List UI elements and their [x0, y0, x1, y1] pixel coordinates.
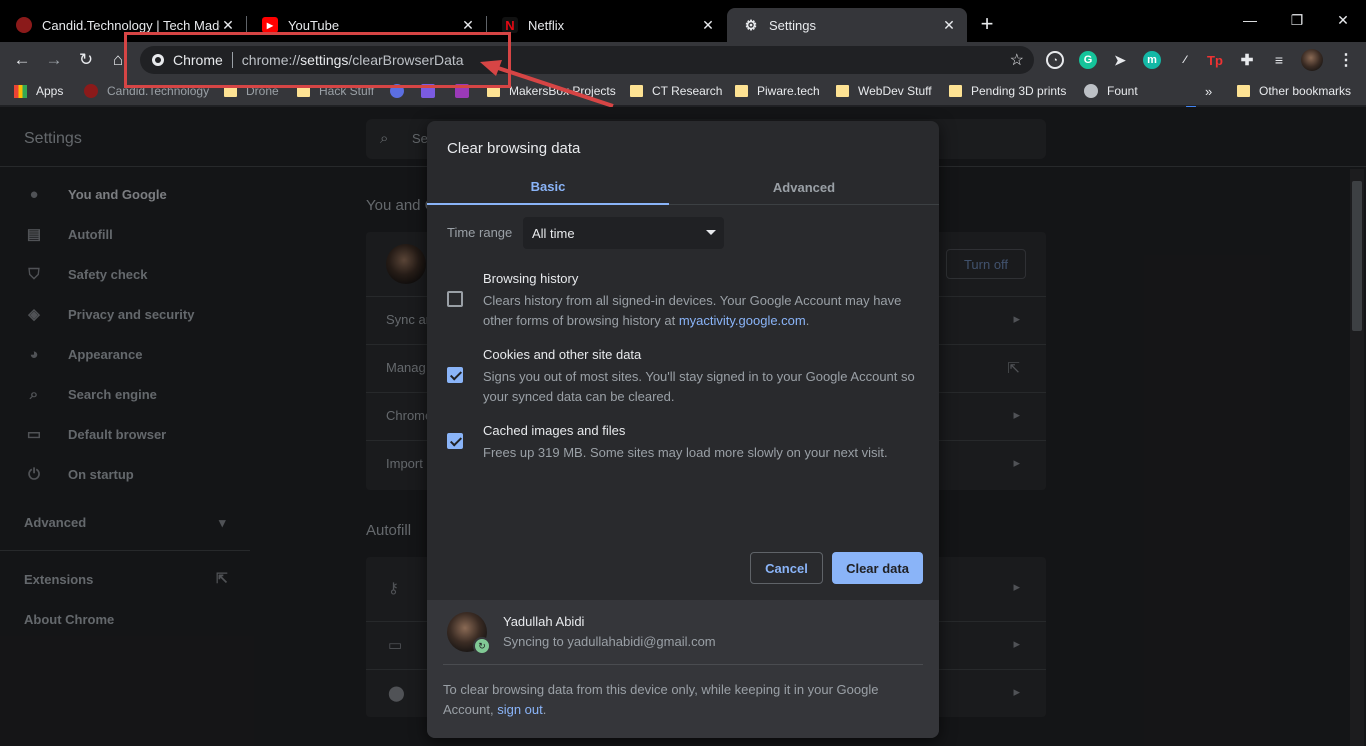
- close-icon[interactable]: ✕: [941, 17, 957, 33]
- cached-images-checkbox[interactable]: [447, 433, 463, 449]
- close-icon[interactable]: ✕: [220, 17, 236, 33]
- folder-icon: [949, 85, 962, 97]
- mercury-icon[interactable]: m: [1143, 51, 1161, 69]
- folder-icon: [735, 85, 748, 97]
- gear-icon: ⚙: [744, 16, 758, 33]
- reload-icon[interactable]: ↻: [74, 48, 98, 72]
- new-tab-button[interactable]: +: [976, 13, 998, 35]
- bookmark-other[interactable]: Other bookmarks: [1237, 84, 1351, 98]
- bookmarks-overflow-button[interactable]: »: [1205, 84, 1212, 99]
- tab-title: YouTube: [288, 17, 340, 33]
- profile-avatar[interactable]: [1301, 49, 1323, 71]
- candid-favicon-icon: [84, 84, 98, 98]
- time-range-select[interactable]: All time: [523, 217, 724, 249]
- browsing-history-checkbox[interactable]: [447, 291, 463, 307]
- bookmark-star-icon[interactable]: ☆: [1010, 50, 1024, 70]
- option-title: Browsing history: [483, 271, 579, 286]
- clear-browsing-data-dialog: Clear browsing data Basic Advanced Time …: [427, 121, 939, 738]
- footer-note: To clear browsing data from this device …: [443, 682, 879, 717]
- send-icon[interactable]: ➤: [1111, 51, 1129, 69]
- option-title: Cached images and files: [483, 423, 626, 438]
- candid-favicon-icon: [16, 17, 32, 33]
- bookmark-pending-3d[interactable]: Pending 3D prints: [949, 84, 1066, 98]
- option-description: Frees up 319 MB. Some sites may load mor…: [483, 445, 888, 460]
- account-sync-status: Syncing to yadullahabidi@gmail.com: [503, 634, 716, 649]
- extensions-icon[interactable]: ✚: [1238, 51, 1256, 69]
- tab-basic[interactable]: Basic: [427, 169, 669, 205]
- youtube-favicon-icon: ▶: [262, 17, 278, 33]
- dialog-title: Clear browsing data: [447, 140, 581, 157]
- folder-icon: [1237, 85, 1250, 97]
- dropdown-arrow-icon: [706, 230, 716, 235]
- cookies-checkbox[interactable]: [447, 367, 463, 383]
- bookmark-ct-research[interactable]: CT Research: [630, 84, 722, 98]
- bookmark-apps[interactable]: Apps: [14, 84, 63, 98]
- menu-kebab-icon[interactable]: ⋮: [1337, 51, 1355, 69]
- close-window-icon[interactable]: ✕: [1333, 12, 1353, 32]
- tab-title: Netflix: [528, 17, 565, 33]
- tp-icon[interactable]: Tp: [1206, 51, 1224, 69]
- cancel-button[interactable]: Cancel: [750, 552, 823, 584]
- time-range-label: Time range: [447, 225, 513, 240]
- minimize-icon[interactable]: —: [1240, 12, 1260, 32]
- dialog-footer: ↻ Yadullah Abidi Syncing to yadullahabid…: [427, 600, 939, 738]
- tab-title: Settings: [769, 17, 816, 33]
- tab-settings[interactable]: ⚙ Settings ✕: [727, 8, 967, 42]
- bookmark-webdev[interactable]: WebDev Stuff: [836, 84, 932, 98]
- globe-icon: [1084, 84, 1098, 98]
- speedometer-icon[interactable]: ◔: [1046, 51, 1064, 69]
- time-range-value: All time: [532, 225, 575, 241]
- color-picker-icon[interactable]: ⁄: [1176, 51, 1194, 69]
- apps-grid-icon: [14, 84, 27, 98]
- option-description: Clears history from all signed-in device…: [483, 293, 902, 328]
- sign-out-link[interactable]: sign out: [497, 702, 543, 717]
- netflix-favicon-icon: N: [502, 17, 518, 33]
- folder-icon: [630, 85, 643, 97]
- annotation-highlight-box: [124, 32, 511, 88]
- folder-icon: [836, 85, 849, 97]
- back-icon[interactable]: ←: [10, 48, 34, 72]
- close-icon[interactable]: ✕: [460, 17, 476, 33]
- restore-icon[interactable]: ❐: [1287, 12, 1307, 32]
- close-icon[interactable]: ✕: [700, 17, 716, 33]
- media-queue-icon[interactable]: ≡: [1270, 51, 1288, 69]
- tab-title: Candid.Technology | Tech Made S: [42, 17, 220, 33]
- tab-advanced[interactable]: Advanced: [683, 169, 925, 205]
- myactivity-link[interactable]: myactivity.google.com: [679, 313, 806, 328]
- bookmark-piware[interactable]: Piware.tech: [735, 84, 820, 98]
- dialog-tabs: Basic Advanced: [427, 169, 939, 205]
- sync-icon: ↻: [473, 637, 491, 655]
- option-description: Signs you out of most sites. You'll stay…: [483, 369, 915, 404]
- avatar: ↻: [447, 612, 491, 655]
- footer-divider: [443, 664, 923, 665]
- forward-icon[interactable]: →: [42, 48, 66, 72]
- grammarly-icon[interactable]: G: [1079, 51, 1097, 69]
- account-name: Yadullah Abidi: [503, 614, 585, 629]
- option-title: Cookies and other site data: [483, 347, 642, 362]
- clear-data-button[interactable]: Clear data: [832, 552, 923, 584]
- tab-netflix[interactable]: N Netflix ✕: [486, 8, 726, 42]
- bookmark-fount[interactable]: Fount: [1084, 84, 1138, 98]
